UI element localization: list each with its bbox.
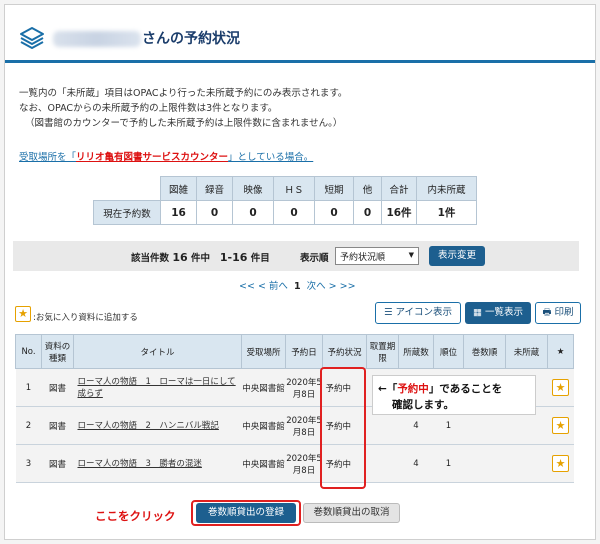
book-title-link[interactable]: ローマ人の物語 2 ハンニバル戦記 [73, 406, 242, 445]
notes: 一覧内の「未所蔵」項目はOPACより行った未所蔵予約にのみ表示されます。 なお、… [19, 86, 347, 131]
print-button[interactable]: 🖶 印刷 [535, 302, 581, 324]
column-header: ★ [547, 334, 574, 369]
count-value: 0 [353, 200, 382, 225]
column-header: 巻数順 [463, 334, 506, 369]
book-title-link[interactable]: ローマ人の物語 3 勝者の混迷 [73, 444, 242, 483]
column-header: タイトル [73, 334, 242, 369]
sort-order-select[interactable]: 予約状況順 ▼ [335, 247, 419, 265]
column-header: 受取場所 [241, 334, 286, 369]
current-page: 1 [293, 281, 301, 292]
count-header: 他 [353, 176, 382, 201]
column-header: 資料の種類 [41, 334, 74, 369]
book-title-link[interactable]: ローマ人の物語 1 ローマは一日にして成らず [73, 368, 242, 407]
count-row-label: 現在予約数 [93, 200, 161, 225]
pickup-location-name: リリオ亀有図書サービスカウンター [76, 152, 229, 163]
result-count: 該当件数 16 件中 1-16 件目 [131, 251, 270, 264]
register-volume-order-button[interactable]: 巻数順貸出の登録 [196, 503, 296, 523]
count-value: 0 [196, 200, 233, 225]
sort-order-label: 表示順 [300, 253, 329, 264]
table-row: 3 図書 ローマ人の物語 3 勝者の混迷 中央図書館 2020年5月8日 予約中… [15, 444, 574, 483]
star-icon: ★ [15, 306, 31, 322]
count-header: 内未所蔵 [416, 176, 477, 201]
apply-filter-button[interactable]: 表示変更 [429, 246, 485, 266]
dropdown-arrow-icon: ▼ [408, 251, 414, 259]
prev-page-link[interactable]: << < 前へ [239, 281, 288, 292]
count-header: 録音 [196, 176, 233, 201]
note-line: なお、OPACからの未所蔵予約の上限件数は3件となります。 [19, 103, 278, 114]
status-highlight-box [320, 367, 366, 489]
pickup-location-link[interactable]: 受取場所を「リリオ亀有図書サービスカウンター」としている場合。 [19, 149, 313, 163]
icon-view-button[interactable]: ☰ アイコン表示 [375, 302, 461, 324]
count-header: 合計 [381, 176, 417, 201]
count-value: 16 [160, 200, 197, 225]
cancel-volume-order-button[interactable]: 巻数順貸出の取消 [303, 503, 400, 523]
count-header: 短期 [314, 176, 354, 201]
column-header: 予約日 [285, 334, 323, 369]
column-header: 未所蔵 [505, 334, 548, 369]
favorite-star-button[interactable]: ★ [552, 455, 569, 472]
print-icon: 🖶 [542, 307, 552, 318]
filter-bar: 該当件数 16 件中 1-16 件目 表示順 予約状況順 ▼ 表示変更 [13, 241, 579, 271]
favorite-star-button[interactable]: ★ [552, 379, 569, 396]
list-view-button[interactable]: ▦ 一覧表示 [465, 302, 531, 324]
count-value: 16件 [381, 200, 417, 225]
callout-text: ←「予約中」であることを 確認します。 [378, 383, 503, 411]
column-header: No. [15, 334, 42, 369]
click-here-annotation: ここをクリック [95, 509, 176, 523]
favorites-legend: :お気に入り資料に追加する [33, 313, 138, 323]
column-header: 順位 [433, 334, 464, 369]
next-page-link[interactable]: 次へ > >> [307, 281, 356, 292]
list-icon: ☰ [383, 307, 393, 318]
count-header: 映像 [232, 176, 274, 201]
column-header: 所蔵数 [398, 334, 434, 369]
note-line: 一覧内の「未所蔵」項目はOPACより行った未所蔵予約にのみ表示されます。 [19, 88, 348, 99]
count-value: 0 [232, 200, 274, 225]
note-line: （図書館のカウンターで予約した未所蔵予約は上限件数に含まれません。） [25, 118, 343, 129]
column-header: 予約状況 [322, 334, 367, 369]
count-value: 1件 [416, 200, 477, 225]
grid-icon: ▦ [472, 307, 482, 318]
count-header: ＨＳ [273, 176, 315, 201]
count-value: 0 [273, 200, 315, 225]
favorite-star-button[interactable]: ★ [552, 417, 569, 434]
header-notch [5, 5, 595, 63]
count-value: 0 [314, 200, 354, 225]
pagination: << < 前へ 1 次へ > >> [239, 278, 356, 292]
count-header: 図雑 [160, 176, 197, 201]
column-header: 取置期限 [366, 334, 399, 369]
reservation-counts-table: 図雑 録音 映像 ＨＳ 短期 他 合計 内未所蔵 現在予約数 16 0 0 0 … [93, 176, 477, 225]
